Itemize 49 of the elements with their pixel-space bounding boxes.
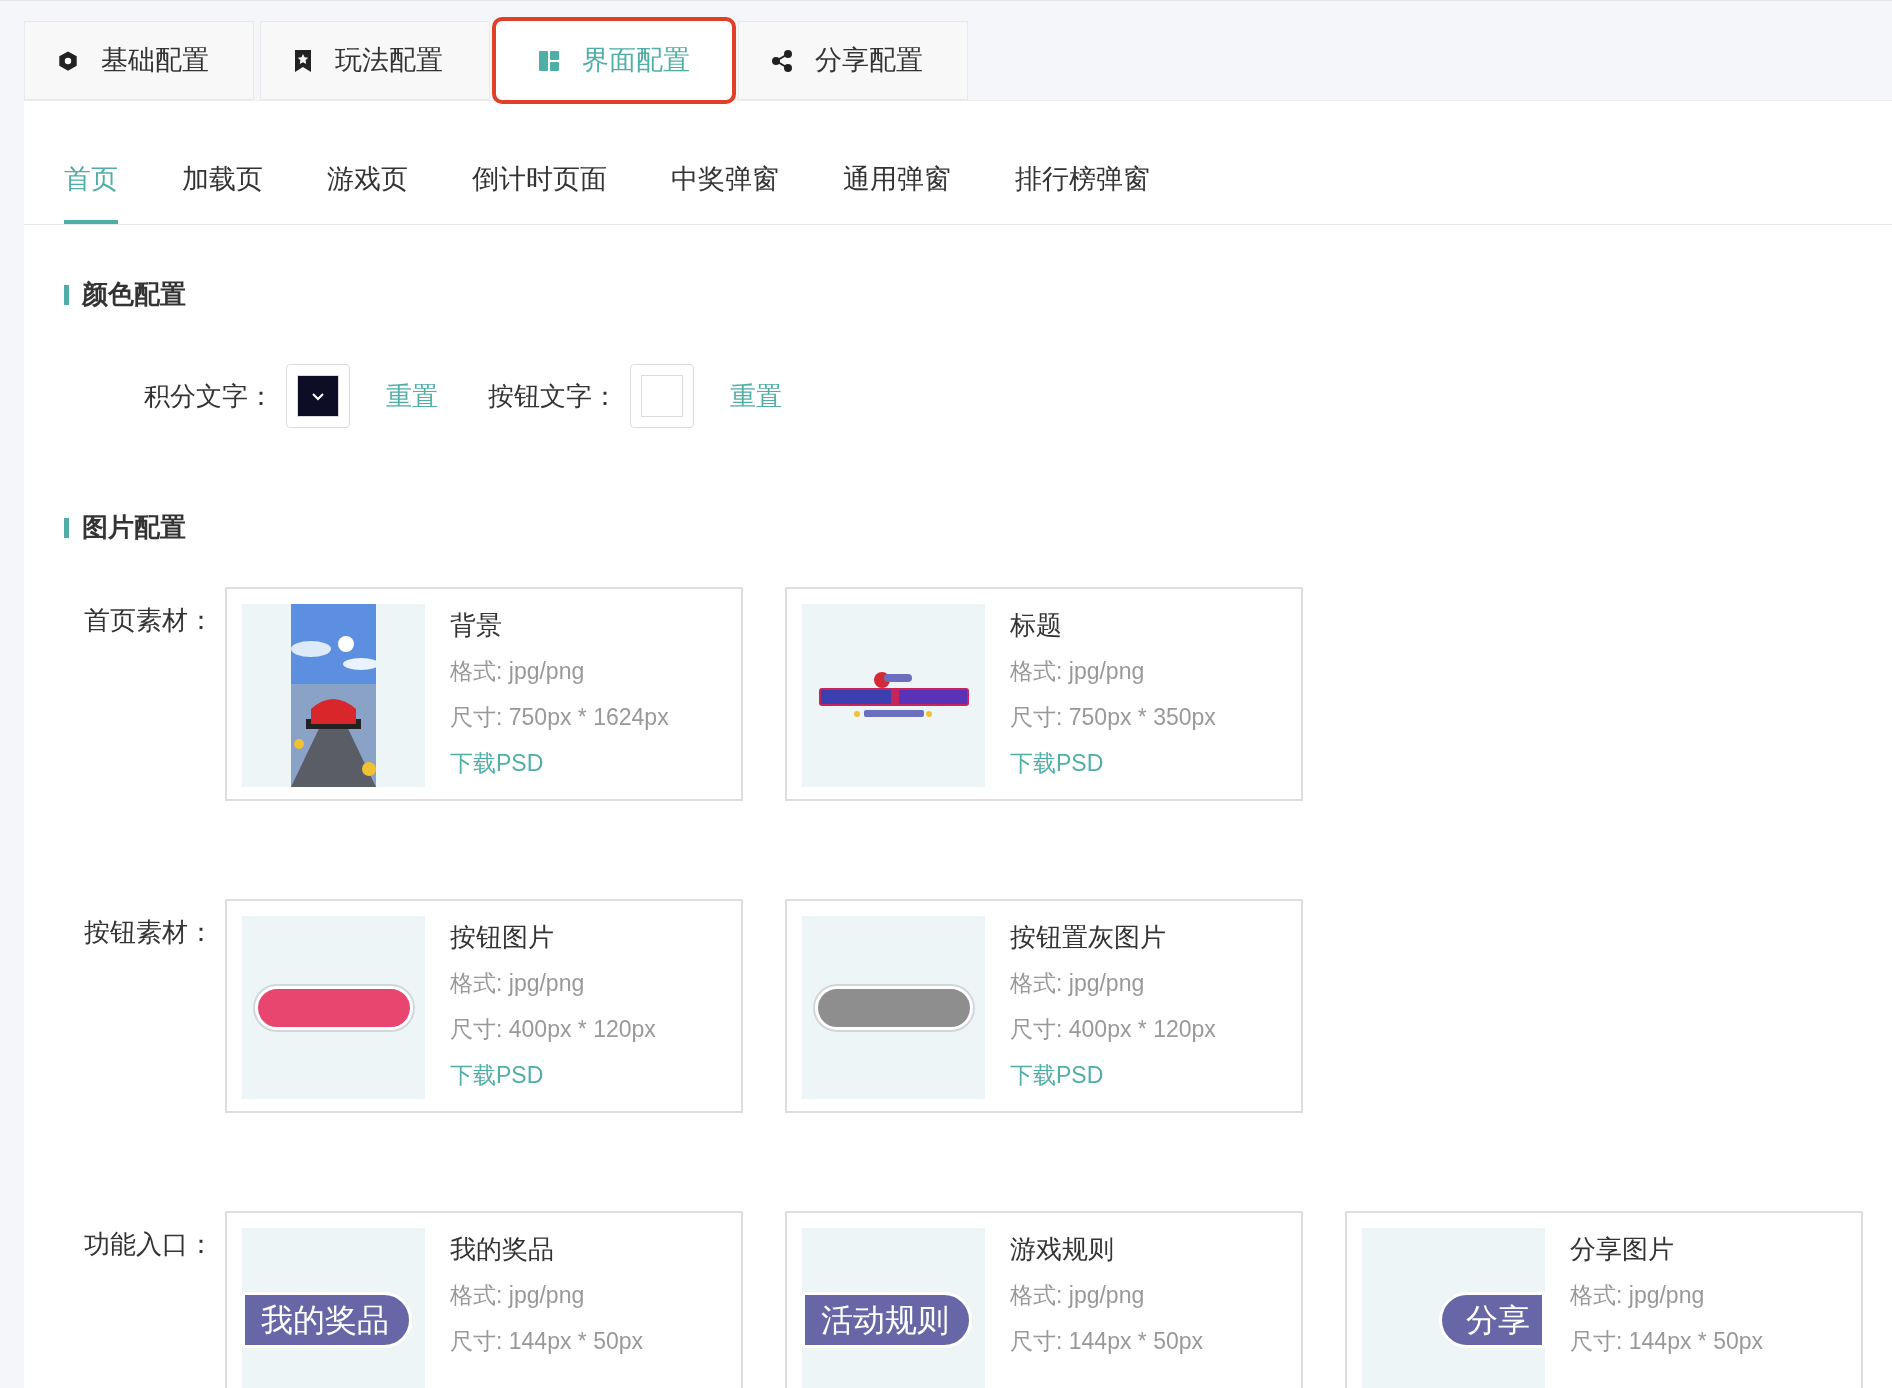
section-marker — [64, 284, 69, 305]
asset-size: 尺寸: 144px * 50px — [1010, 1327, 1204, 1356]
asset-format: 格式: jpg/png — [1570, 1281, 1706, 1310]
share-icon — [771, 49, 793, 72]
asset-title: 背景 — [450, 609, 503, 642]
asset-title: 游戏规则 — [1010, 1233, 1115, 1266]
page-tab[interactable]: 中奖弹窗 — [671, 159, 779, 224]
entry-button-image: 我的奖品 — [242, 1291, 412, 1348]
asset-size: 尺寸: 750px * 1624px — [450, 703, 669, 732]
section-marker — [64, 517, 69, 538]
field-label: 积分文字： — [144, 379, 274, 413]
hexagon-icon — [57, 49, 79, 72]
asset-title: 按钮图片 — [450, 921, 555, 954]
asset-size: 尺寸: 144px * 50px — [1570, 1327, 1764, 1356]
field-label: 按钮文字： — [488, 379, 618, 413]
config-tab[interactable]: 玩法配置 — [260, 21, 490, 100]
asset-size: 尺寸: 144px * 50px — [450, 1327, 644, 1356]
color-picker[interactable] — [286, 364, 350, 428]
page-tab[interactable]: 通用弹窗 — [843, 159, 951, 224]
config-tab[interactable]: 基础配置 — [24, 21, 254, 100]
config-tab[interactable]: 分享配置 — [738, 21, 968, 100]
page-tab[interactable]: 游戏页 — [327, 159, 408, 224]
layout-icon — [538, 49, 560, 72]
page-tab[interactable]: 排行榜弹窗 — [1015, 159, 1150, 224]
asset-format: 格式: jpg/png — [1010, 657, 1146, 686]
asset-title: 分享图片 — [1570, 1233, 1675, 1266]
asset-format: 格式: jpg/png — [450, 1281, 586, 1310]
asset-title: 按钮置灰图片 — [1010, 921, 1167, 954]
asset-format: 格式: jpg/png — [450, 969, 586, 998]
asset-size: 尺寸: 750px * 350px — [1010, 703, 1216, 732]
entry-button-image: 活动规则 — [802, 1291, 972, 1348]
page-tab[interactable]: 加载页 — [182, 159, 263, 224]
asset-format: 格式: jpg/png — [1010, 969, 1146, 998]
asset-format: 格式: jpg/png — [1010, 1281, 1146, 1310]
section-title: 图片配置 — [82, 511, 186, 544]
asset-size: 尺寸: 400px * 120px — [450, 1015, 656, 1044]
bookmark-star-icon — [293, 48, 313, 73]
chevron-down-icon — [311, 391, 325, 401]
section-title: 颜色配置 — [82, 278, 186, 311]
row-label: 按钮素材： — [83, 916, 215, 949]
row-label: 功能入口： — [83, 1228, 215, 1261]
color-picker[interactable] — [630, 364, 694, 428]
entry-button-image: 分享 — [1439, 1291, 1545, 1348]
asset-title: 我的奖品 — [450, 1233, 555, 1266]
row-label: 首页素材： — [83, 604, 215, 637]
asset-format: 格式: jpg/png — [450, 657, 586, 686]
asset-title: 标题 — [1010, 609, 1063, 642]
page-tab[interactable]: 倒计时页面 — [472, 159, 607, 224]
asset-size: 尺寸: 400px * 120px — [1010, 1015, 1216, 1044]
